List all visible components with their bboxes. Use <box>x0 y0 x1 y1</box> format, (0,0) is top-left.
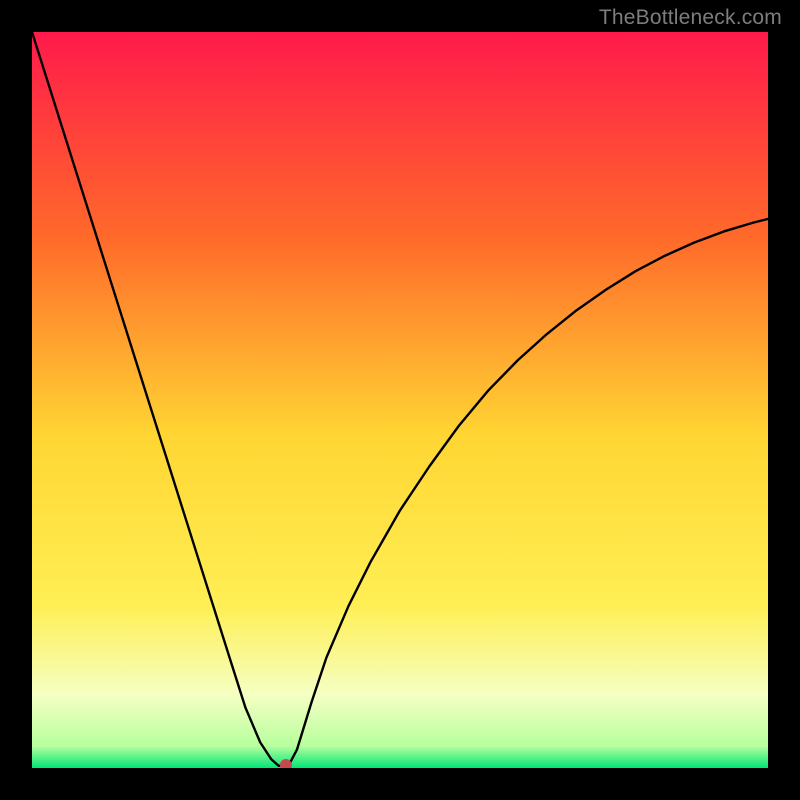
chart-svg <box>32 32 768 768</box>
watermark-text: TheBottleneck.com <box>599 6 782 30</box>
chart-frame: TheBottleneck.com <box>0 0 800 800</box>
chart-background <box>32 32 768 768</box>
chart-plot-area <box>32 32 768 768</box>
